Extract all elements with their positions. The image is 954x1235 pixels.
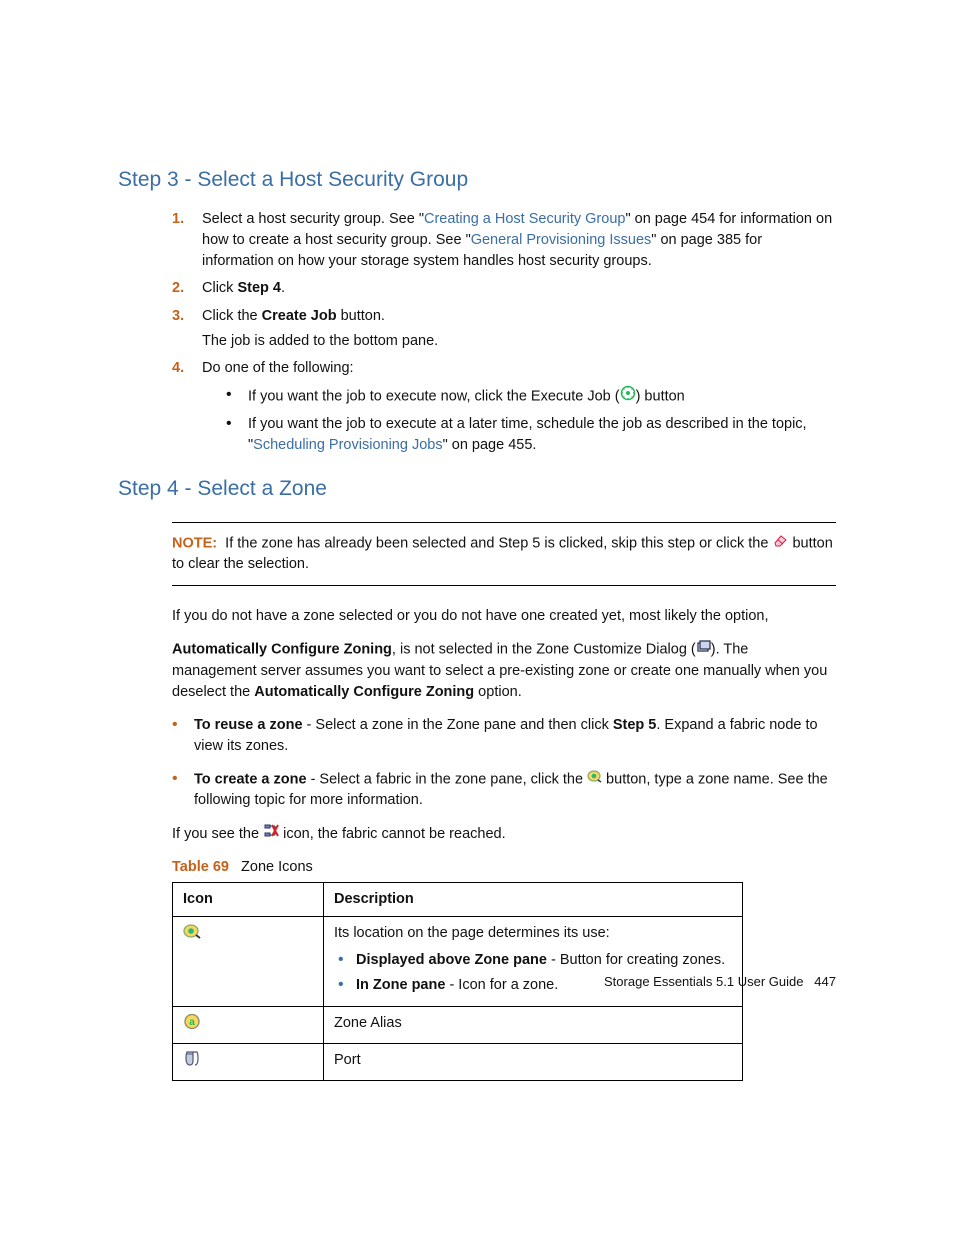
bold: Create Job <box>262 308 337 324</box>
page-number: 447 <box>814 974 836 989</box>
bold: Displayed above Zone pane <box>356 952 547 968</box>
port-icon <box>183 1050 201 1074</box>
fabric-unreachable-icon <box>263 823 279 845</box>
text: Click the <box>202 308 262 324</box>
paragraph: If you do not have a zone selected or yo… <box>172 606 836 627</box>
step3-item-3-sub: The job is added to the bottom pane. <box>202 331 836 352</box>
step4-content: NOTE: If the zone has already been selec… <box>172 522 836 1081</box>
step3-item-2: Click Step 4. <box>172 278 836 299</box>
bold: In Zone pane <box>356 977 445 993</box>
table-header-row: Icon Description <box>173 883 743 917</box>
bold: To create a zone <box>194 771 307 787</box>
text: Its location on the page determines its … <box>334 925 610 941</box>
footer-title: Storage Essentials 5.1 User Guide <box>604 974 803 989</box>
zone-create-icon <box>587 769 602 790</box>
table-row: a Zone Alias <box>173 1007 743 1044</box>
text: Do one of the following: <box>202 360 354 376</box>
text: icon, the fabric cannot be reached. <box>279 826 506 842</box>
bold: Step 5 <box>613 717 657 733</box>
step3-heading: Step 3 - Select a Host Security Group <box>118 165 836 195</box>
step3-item-1: Select a host security group. See "Creat… <box>172 209 836 272</box>
text: ) button <box>636 388 685 404</box>
text: - Select a fabric in the zone pane, clic… <box>307 771 587 787</box>
zone-icon <box>183 923 201 947</box>
page-footer: Storage Essentials 5.1 User Guide 447 <box>604 973 836 992</box>
link-general-provisioning-issues[interactable]: General Provisioning Issues <box>471 232 652 248</box>
eraser-icon <box>772 533 788 554</box>
step4-heading: Step 4 - Select a Zone <box>118 474 836 504</box>
text: button. <box>337 308 385 324</box>
note-text: If the zone has already been selected an… <box>225 535 772 551</box>
text: If you want the job to execute now, clic… <box>248 388 620 404</box>
step3-item-4-sublist: If you want the job to execute now, clic… <box>226 385 836 456</box>
text: , is not selected in the Zone Customize … <box>392 642 696 658</box>
step3-content: Select a host security group. See "Creat… <box>172 209 836 455</box>
link-scheduling-provisioning-jobs[interactable]: Scheduling Provisioning Jobs <box>253 437 442 453</box>
step3-list: Select a host security group. See "Creat… <box>172 209 836 455</box>
link-creating-host-security-group[interactable]: Creating a Host Security Group <box>424 211 625 227</box>
text: option. <box>474 684 522 700</box>
text: If you see the <box>172 826 263 842</box>
text: " on page 455. <box>443 437 537 453</box>
table-row: Port <box>173 1044 743 1081</box>
text: - Select a zone in the Zone pane and the… <box>303 717 613 733</box>
step3-item-4: Do one of the following: If you want the… <box>172 358 836 456</box>
list-item: If you want the job to execute now, clic… <box>226 385 836 408</box>
col-description: Description <box>324 883 743 917</box>
desc-cell: Its location on the page determines its … <box>324 917 743 1007</box>
execute-job-icon <box>620 385 636 408</box>
document-page: Step 3 - Select a Host Security Group Se… <box>0 0 954 1141</box>
paragraph: Automatically Configure Zoning, is not s… <box>172 639 836 702</box>
paragraph: If you see the icon, the fabric cannot b… <box>172 823 836 845</box>
list-item: To reuse a zone - Select a zone in the Z… <box>172 715 836 757</box>
text: Click <box>202 280 237 296</box>
svg-text:a: a <box>189 1017 195 1028</box>
step4-bullets: To reuse a zone - Select a zone in the Z… <box>172 715 836 811</box>
list-item: To create a zone - Select a fabric in th… <box>172 769 836 811</box>
table-title: Zone Icons <box>241 859 313 875</box>
zone-alias-icon: a <box>183 1013 201 1037</box>
desc-cell: Port <box>324 1044 743 1081</box>
list-item: If you want the job to execute at a late… <box>226 414 836 456</box>
icon-cell: a <box>173 1007 324 1044</box>
step3-item-3: Click the Create Job button. The job is … <box>172 306 836 352</box>
text: Select a host security group. See " <box>202 211 424 227</box>
bold: Automatically Configure Zoning <box>172 642 392 658</box>
bold: To reuse a zone <box>194 717 303 733</box>
desc-cell: Zone Alias <box>324 1007 743 1044</box>
text: - Icon for a zone. <box>445 977 558 993</box>
text: . <box>281 280 285 296</box>
table-number: Table 69 <box>172 859 229 875</box>
dialog-icon <box>696 639 711 660</box>
text: - Button for creating zones. <box>547 952 725 968</box>
note-box: NOTE: If the zone has already been selec… <box>172 522 836 586</box>
icon-cell <box>173 1044 324 1081</box>
icon-cell <box>173 917 324 1007</box>
col-icon: Icon <box>173 883 324 917</box>
note-label: NOTE: <box>172 535 217 551</box>
bold: Step 4 <box>237 280 281 296</box>
table-row: Its location on the page determines its … <box>173 917 743 1007</box>
table-caption: Table 69 Zone Icons <box>172 857 836 878</box>
bold: Automatically Configure Zoning <box>254 684 474 700</box>
list-item: Displayed above Zone pane - Button for c… <box>334 950 732 971</box>
